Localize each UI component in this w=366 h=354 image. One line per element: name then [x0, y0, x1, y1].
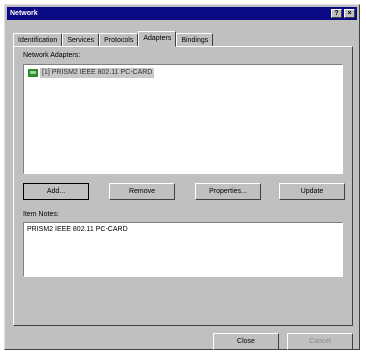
network-dialog: Network ? × Identification Services Prot…: [4, 4, 360, 350]
item-notes-text: PRISM2 IEEE 802.11 PC-CARD: [27, 226, 128, 233]
list-item[interactable]: [1] PRISM2 IEEE 802.11 PC-CARD: [28, 68, 155, 78]
item-notes-label: Item Notes:: [23, 211, 59, 218]
adapters-panel: Network Adapters: [1] PRISM2 IEEE 802.11…: [13, 46, 353, 326]
tab-services[interactable]: Services: [62, 33, 100, 47]
tab-bindings[interactable]: Bindings: [176, 33, 214, 47]
network-card-icon: [28, 69, 38, 77]
network-adapters-label: Network Adapters:: [23, 52, 81, 59]
window-title: Network: [10, 10, 38, 17]
update-button[interactable]: Update: [279, 183, 345, 200]
cancel-button[interactable]: Cancel: [287, 333, 353, 350]
adapters-listbox[interactable]: [1] PRISM2 IEEE 802.11 PC-CARD: [23, 64, 343, 174]
tab-adapters[interactable]: Adapters: [138, 31, 177, 47]
tab-protocols[interactable]: Protocols: [99, 33, 139, 47]
close-icon[interactable]: ×: [344, 9, 355, 18]
title-bar[interactable]: Network ? ×: [7, 7, 357, 20]
help-button[interactable]: ?: [331, 9, 342, 18]
add-button[interactable]: Add...: [23, 183, 89, 200]
item-notes-box: PRISM2 IEEE 802.11 PC-CARD: [23, 222, 343, 277]
adapter-item-text: [1] PRISM2 IEEE 802.11 PC-CARD: [40, 68, 155, 78]
properties-button[interactable]: Properties...: [195, 183, 261, 200]
title-buttons: ? ×: [331, 9, 355, 18]
remove-button[interactable]: Remove: [109, 183, 175, 200]
tab-identification[interactable]: Identification: [13, 33, 63, 47]
close-button[interactable]: Close: [213, 333, 279, 350]
tab-strip: Identification Services Protocols Adapte…: [13, 31, 214, 47]
